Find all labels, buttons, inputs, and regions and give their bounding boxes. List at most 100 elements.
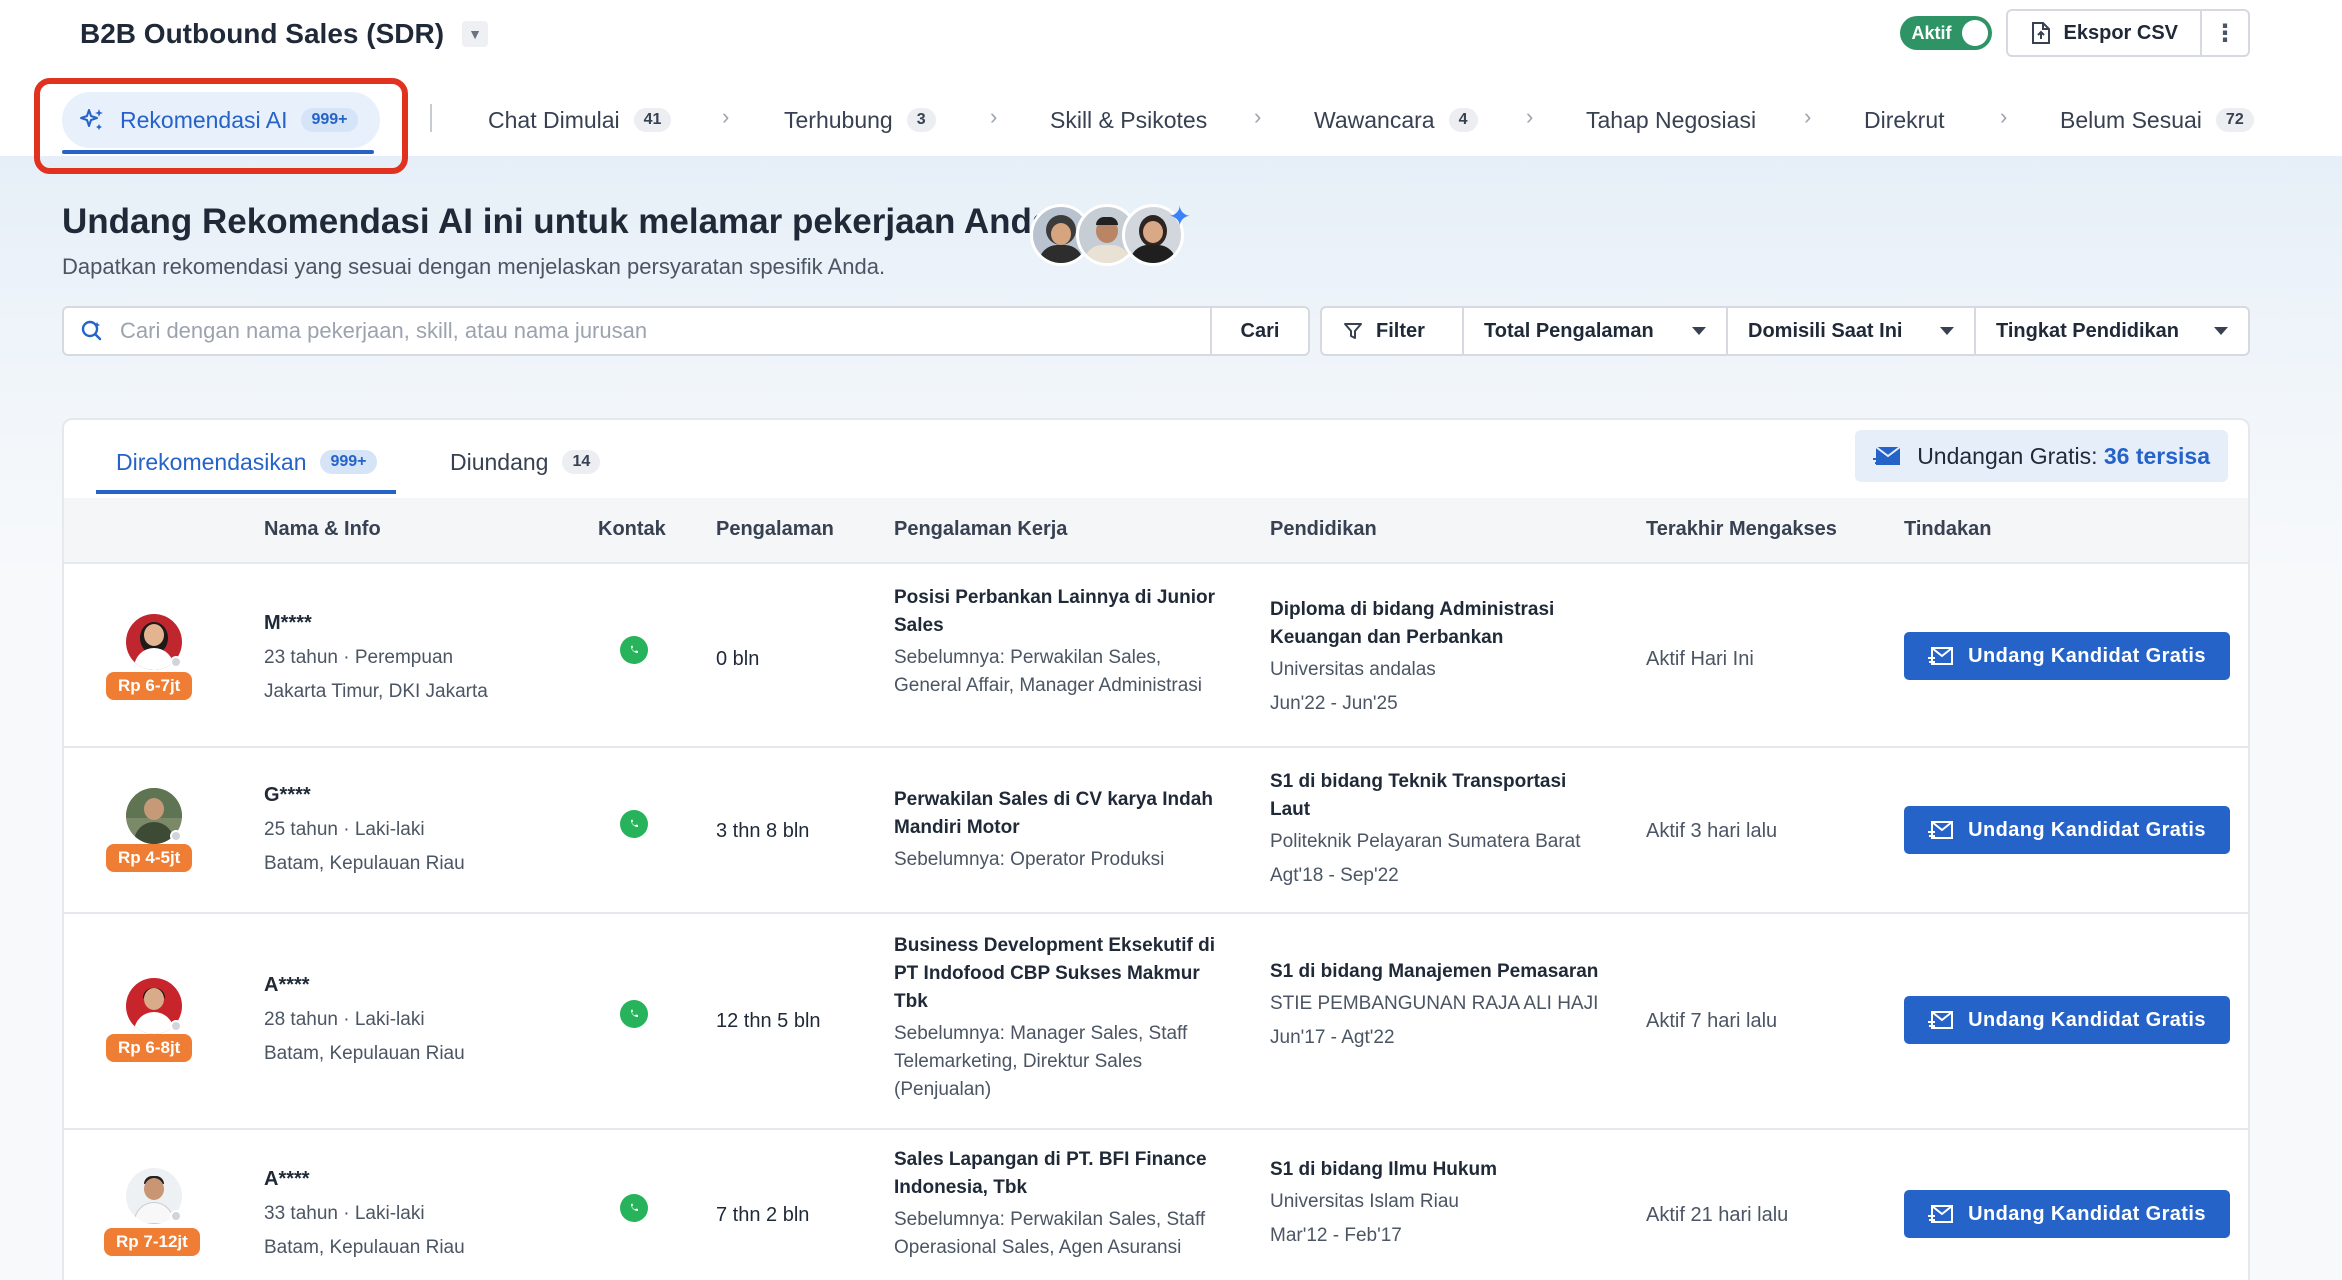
mail-send-icon xyxy=(1873,446,1901,465)
table-row: Rp 7-12jt A**** 33 tahun · Laki-laki Bat… xyxy=(64,1128,2248,1280)
tab-count-badge: 999+ xyxy=(320,450,377,474)
avatar[interactable] xyxy=(126,614,182,670)
candidate-name[interactable]: M**** xyxy=(264,612,488,635)
whatsapp-icon[interactable] xyxy=(620,636,648,664)
dropdown-domisili[interactable]: Domisili Saat Ini xyxy=(1726,308,1974,354)
online-status-dot xyxy=(170,830,182,842)
dropdown-total-pengalaman[interactable]: Total Pengalaman xyxy=(1462,308,1726,354)
tab-diundang[interactable]: Diundang 14 xyxy=(450,442,601,482)
salary-badge: Rp 4-5jt xyxy=(106,844,193,872)
dropdown-tingkat-pendidikan[interactable]: Tingkat Pendidikan xyxy=(1974,308,2248,354)
tab-direkomendasikan[interactable]: Direkomendasikan 999+ xyxy=(116,442,377,482)
header-actions: Aktif Ekspor CSV ⋮ xyxy=(1899,8,2250,58)
tab-belum-sesuai[interactable]: Belum Sesuai 72 xyxy=(2060,92,2254,148)
invite-quota-value: 36 tersisa xyxy=(2103,442,2210,469)
whatsapp-icon[interactable] xyxy=(620,810,648,838)
more-vertical-icon: ⋮ xyxy=(2213,19,2237,47)
tab-skill-psikotes[interactable]: Skill & Psikotes xyxy=(1050,92,1207,148)
salary-badge: Rp 6-8jt xyxy=(106,1034,193,1062)
education-period: Jun'22 - Jun'25 xyxy=(1270,693,1398,714)
export-csv-label: Ekspor CSV xyxy=(2063,21,2178,44)
work-experience-previous: Sebelumnya: Manager Sales, Staff Telemar… xyxy=(894,1023,1188,1100)
column-header: Terakhir Mengakses xyxy=(1646,518,1837,540)
work-experience-previous: Sebelumnya: Operator Produksi xyxy=(894,849,1165,870)
candidate-age-gender: 23 tahun · Perempuan xyxy=(264,647,454,668)
invite-candidate-button[interactable]: Undang Kandidat Gratis xyxy=(1904,1190,2230,1238)
column-header: Nama & Info xyxy=(264,518,381,540)
search-button[interactable]: Cari xyxy=(1210,308,1308,354)
work-experience-previous: Sebelumnya: Perwakilan Sales, General Af… xyxy=(894,647,1203,696)
tab-terhubung[interactable]: Terhubung 3 xyxy=(784,92,936,148)
toggle-knob xyxy=(1961,20,1988,46)
candidate-name[interactable]: G**** xyxy=(264,784,465,807)
invite-button-label: Undang Kandidat Gratis xyxy=(1968,1202,2206,1225)
tab-count-badge: 4 xyxy=(1448,108,1478,132)
tab-label: Terhubung xyxy=(784,106,893,133)
chevron-right-icon: › xyxy=(1254,104,1262,129)
experience-duration: 12 thn 5 bln xyxy=(716,1010,821,1032)
avatar[interactable] xyxy=(126,978,182,1034)
work-experience-previous: Sebelumnya: Perwakilan Sales, Staff Oper… xyxy=(894,1209,1206,1258)
column-header: Pendidikan xyxy=(1270,518,1377,540)
mail-send-icon xyxy=(1928,647,1954,665)
filter-bar: Filter Total Pengalaman Domisili Saat In… xyxy=(1320,306,2250,356)
candidate-age-gender: 28 tahun · Laki-laki xyxy=(264,1009,425,1030)
tab-label: Diundang xyxy=(450,448,549,475)
tab-count-badge: 41 xyxy=(633,108,672,132)
last-active: Aktif 21 hari lalu xyxy=(1646,1204,1789,1226)
table-row: Rp 6-8jt A**** 28 tahun · Laki-laki Bata… xyxy=(64,912,2248,1128)
job-selector[interactable]: B2B Outbound Sales (SDR) ▼ xyxy=(80,14,489,54)
status-toggle[interactable]: Aktif xyxy=(1899,16,1992,50)
tab-count-badge: 3 xyxy=(906,108,936,132)
tab-label: Belum Sesuai xyxy=(2060,106,2202,133)
invite-candidate-button[interactable]: Undang Kandidat Gratis xyxy=(1904,632,2230,680)
filter-button[interactable]: Filter xyxy=(1322,308,1462,354)
whatsapp-icon[interactable] xyxy=(620,1000,648,1028)
whatsapp-icon[interactable] xyxy=(620,1194,648,1222)
chevron-right-icon: › xyxy=(2000,104,2008,129)
education-school: Universitas andalas xyxy=(1270,659,1436,680)
tab-chat-dimulai[interactable]: Chat Dimulai 41 xyxy=(488,92,672,148)
caret-down-icon xyxy=(1692,327,1706,335)
invite-candidate-button[interactable]: Undang Kandidat Gratis xyxy=(1904,996,2230,1044)
education-degree: S1 di bidang Teknik Transportasi Laut xyxy=(1270,771,1567,820)
mail-send-icon xyxy=(1928,1205,1954,1223)
caret-down-icon xyxy=(2214,327,2228,335)
tab-tahap-negosiasi[interactable]: Tahap Negosiasi xyxy=(1586,92,1756,148)
tab-label: Wawancara xyxy=(1314,106,1435,133)
experience-duration: 0 bln xyxy=(716,648,760,670)
work-experience-title: Posisi Perbankan Lainnya di Junior Sales xyxy=(894,587,1215,636)
tab-wawancara[interactable]: Wawancara 4 xyxy=(1314,92,1478,148)
chevron-right-icon: › xyxy=(1804,104,1812,129)
work-experience-title: Sales Lapangan di PT. BFI Finance Indone… xyxy=(894,1149,1207,1198)
candidate-name[interactable]: A**** xyxy=(264,1168,465,1191)
export-file-icon xyxy=(2031,22,2050,44)
column-header: Kontak xyxy=(598,518,666,540)
tab-count-badge: 72 xyxy=(2215,108,2254,132)
avatar[interactable] xyxy=(126,788,182,844)
dropdown-label: Domisili Saat Ini xyxy=(1748,319,1903,342)
invite-button-label: Undang Kandidat Gratis xyxy=(1968,644,2206,667)
page-subtitle: Dapatkan rekomendasi yang sesuai dengan … xyxy=(62,254,886,279)
search-input[interactable] xyxy=(120,308,1210,354)
invite-candidate-button[interactable]: Undang Kandidat Gratis xyxy=(1904,806,2230,854)
online-status-dot xyxy=(170,656,182,668)
salary-badge: Rp 7-12jt xyxy=(104,1228,200,1256)
candidate-name[interactable]: A**** xyxy=(264,974,465,997)
highlight-annotation xyxy=(34,78,408,174)
export-button-group: Ekspor CSV ⋮ xyxy=(2005,9,2250,57)
tab-direkrut[interactable]: Direkrut xyxy=(1864,92,1945,148)
education-degree: S1 di bidang Manajemen Pemasaran xyxy=(1270,961,1599,982)
table-row: Rp 4-5jt G**** 25 tahun · Laki-laki Bata… xyxy=(64,746,2248,912)
more-options-button[interactable]: ⋮ xyxy=(2202,11,2248,55)
active-tab-indicator xyxy=(96,490,396,494)
online-status-dot xyxy=(170,1020,182,1032)
education-degree: Diploma di bidang Administrasi Keuangan … xyxy=(1270,599,1555,648)
education-school: STIE PEMBANGUNAN RAJA ALI HAJI xyxy=(1270,993,1599,1014)
education-period: Jun'17 - Agt'22 xyxy=(1270,1027,1395,1048)
export-csv-button[interactable]: Ekspor CSV xyxy=(2008,11,2202,55)
chevron-down-icon[interactable]: ▼ xyxy=(462,21,489,47)
candidate-location: Batam, Kepulauan Riau xyxy=(264,1237,465,1258)
divider xyxy=(430,104,432,132)
avatar[interactable] xyxy=(126,1168,182,1224)
